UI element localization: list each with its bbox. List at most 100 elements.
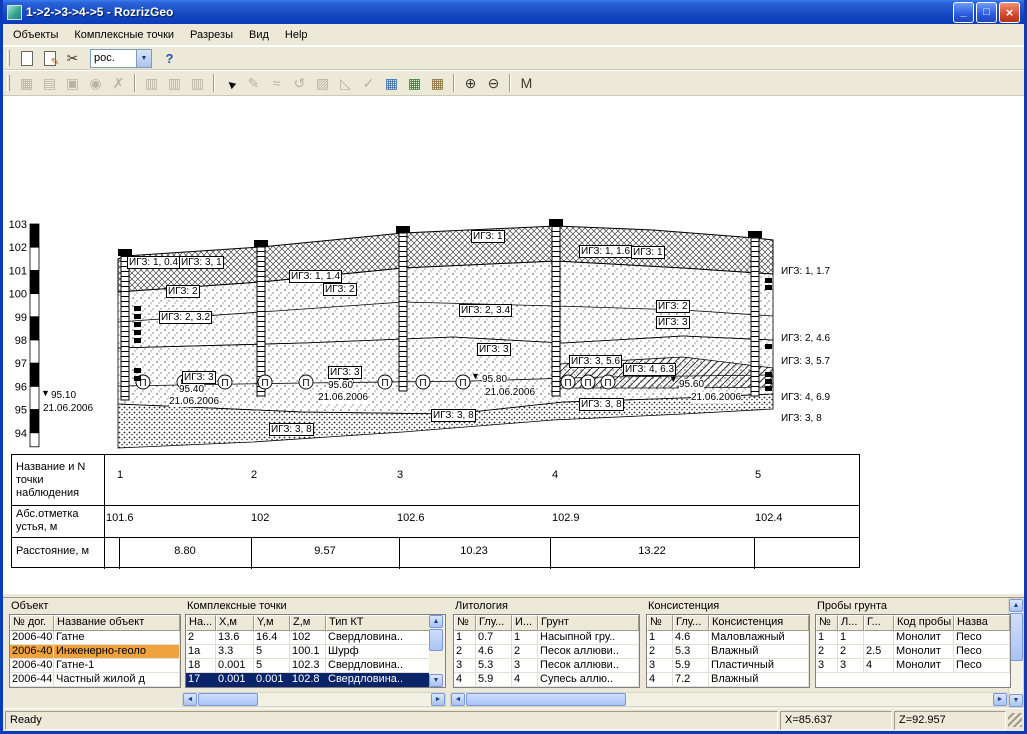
column-header[interactable]: Г... bbox=[864, 615, 894, 631]
table-row[interactable]: 2 13.6 16.4 102 Свердловина.. bbox=[186, 631, 445, 645]
table-cell: 2 bbox=[454, 645, 476, 659]
table-row[interactable]: 4 7.2 Влажный bbox=[647, 673, 809, 687]
column-header[interactable]: № дог. bbox=[10, 615, 54, 631]
scroll-down-arrow[interactable]: ▼ bbox=[429, 674, 443, 687]
table-row[interactable]: 3 5.3 3 Песок аллюви.. bbox=[454, 659, 639, 673]
drawing-area[interactable]: 103102101100999897969594ПППППППППППП ИГЗ… bbox=[3, 96, 1024, 594]
scroll-right-arrow[interactable]: ► bbox=[431, 693, 445, 706]
column-header[interactable]: Код пробы bbox=[894, 615, 954, 631]
ige-label: ИГЗ: 2, 3.4 bbox=[459, 304, 512, 317]
column-header[interactable]: Х,м bbox=[216, 615, 254, 631]
scroll-left-arrow[interactable]: ◄ bbox=[183, 693, 197, 706]
scale-mode-icon[interactable]: M bbox=[515, 73, 538, 94]
table-cell: Влажный bbox=[709, 673, 809, 687]
column-header[interactable]: Грунт bbox=[538, 615, 639, 631]
menu-item-3[interactable]: Вид bbox=[241, 26, 277, 44]
grid-vertical-scrollbar[interactable]: ▲ ▼ bbox=[429, 615, 445, 687]
table-row[interactable]: 2 4.6 2 Песок аллюви.. bbox=[454, 645, 639, 659]
column-header[interactable]: Глу... bbox=[673, 615, 709, 631]
help-icon[interactable]: ? bbox=[158, 48, 181, 69]
obs-point-name: 1 bbox=[117, 469, 124, 481]
resize-grip[interactable] bbox=[1008, 713, 1022, 727]
table-cell: 2006-40 bbox=[10, 659, 54, 673]
points-grid-hscrollbar[interactable]: ◄ ► bbox=[182, 692, 446, 707]
table-row[interactable]: 1 1 Монолит Песо bbox=[816, 631, 1010, 645]
zoom-out-icon[interactable]: ⊖ bbox=[482, 73, 505, 94]
column-header[interactable]: Название объект bbox=[54, 615, 180, 631]
ige-label: ИГЗ: 3, 8 bbox=[579, 398, 624, 411]
obs-point-name: 3 bbox=[397, 469, 404, 481]
table-row[interactable]: 3 3 4 Монолит Песо bbox=[816, 659, 1010, 673]
table-row[interactable]: 2006-40 Инженерно-геоло bbox=[10, 645, 180, 659]
toolbar-separator bbox=[213, 74, 215, 92]
ige-label: ИГЗ: 1 bbox=[631, 246, 665, 259]
table-row[interactable]: 2006-40 Гатне-1 bbox=[10, 659, 180, 673]
menu-item-2[interactable]: Разрезы bbox=[182, 26, 241, 44]
ige-label: ИГЗ: 1 bbox=[471, 230, 505, 243]
minimize-button[interactable]: _ bbox=[953, 1, 974, 23]
scroll-right-arrow[interactable]: ► bbox=[993, 693, 1007, 706]
grid-4: № Глу... Консистенция 1 4.6 Маловлажный 2 5.3 Вл… bbox=[646, 614, 810, 688]
new-document-icon[interactable] bbox=[15, 48, 38, 69]
column-header[interactable]: Тип КТ bbox=[326, 615, 431, 631]
ige-label: ИГЗ: 3 bbox=[656, 316, 690, 329]
menu-item-4[interactable]: Help bbox=[277, 26, 316, 44]
table-cell: 5 bbox=[254, 645, 290, 659]
scrollbar-thumb[interactable] bbox=[429, 629, 443, 651]
table-row[interactable]: 2 5.3 Влажный bbox=[647, 645, 809, 659]
table-cell: 4 bbox=[454, 673, 476, 687]
column-header[interactable]: Назва bbox=[954, 615, 1010, 631]
samples-table-icon[interactable]: ▦ bbox=[426, 73, 449, 94]
language-combobox[interactable]: рос. ▼ bbox=[90, 48, 152, 68]
table-row[interactable]: 3 5.9 Пластичный bbox=[647, 659, 809, 673]
column-header[interactable]: Z,м bbox=[290, 615, 326, 631]
chevron-down-icon[interactable]: ▼ bbox=[136, 49, 151, 67]
table-row[interactable]: 1а 3.3 5 100.1 Шурф bbox=[186, 645, 445, 659]
toolbar-grip[interactable] bbox=[7, 50, 10, 66]
scroll-up-arrow[interactable]: ▲ bbox=[1009, 599, 1023, 612]
table-row[interactable]: 1 4.6 Маловлажный bbox=[647, 631, 809, 645]
scrollbar-thumb[interactable] bbox=[198, 693, 258, 706]
consistency-table-icon[interactable]: ▦ bbox=[403, 73, 426, 94]
table-row[interactable]: 2006-44 Частный жилой д bbox=[10, 673, 180, 687]
column-header[interactable]: На... bbox=[186, 615, 216, 631]
scroll-left-arrow[interactable]: ◄ bbox=[451, 693, 465, 706]
column-header[interactable]: Консистенция bbox=[709, 615, 809, 631]
grid-1: № дог. Название объект 2006-40 Гатне 2006-40… bbox=[9, 614, 181, 688]
table-cell: 5.3 bbox=[476, 659, 512, 673]
menu-item-1[interactable]: Комплексные точки bbox=[66, 26, 182, 44]
scroll-down-arrow[interactable]: ▼ bbox=[1009, 694, 1023, 707]
table-row[interactable]: 1 0.7 1 Насыпной гру.. bbox=[454, 631, 639, 645]
table-row[interactable]: 17 0.001 0.001 102.8 Свердловина.. bbox=[186, 673, 445, 687]
ige-label: ИГЗ: 1, 1.4 bbox=[289, 270, 342, 283]
table-row[interactable]: 18 0.001 5 102.3 Свердловина.. bbox=[186, 659, 445, 673]
scroll-up-arrow[interactable]: ▲ bbox=[429, 615, 443, 628]
table-row[interactable]: 2 2 2.5 Монолит Песо bbox=[816, 645, 1010, 659]
menu-item-0[interactable]: Объекты bbox=[5, 26, 66, 44]
ige-label: ИГЗ: 2 bbox=[166, 285, 200, 298]
column-header[interactable]: № bbox=[454, 615, 476, 631]
column-header[interactable]: Л... bbox=[838, 615, 864, 631]
status-message: Ready bbox=[5, 710, 778, 730]
column-header[interactable]: № bbox=[647, 615, 673, 631]
table-row[interactable]: 4 5.9 4 Супесь аллю.. bbox=[454, 673, 639, 687]
tables-hscrollbar[interactable]: ◄ ► bbox=[450, 692, 1008, 707]
cut-icon[interactable]: ✂ bbox=[61, 48, 84, 69]
column-header[interactable]: № bbox=[816, 615, 838, 631]
zoom-in-icon[interactable]: ⊕ bbox=[459, 73, 482, 94]
column-header[interactable]: Глу... bbox=[476, 615, 512, 631]
obs-row-label: Название и N точки наблюдения bbox=[16, 461, 86, 499]
column-header[interactable]: И... bbox=[512, 615, 538, 631]
lithology-table-icon[interactable]: ▦ bbox=[380, 73, 403, 94]
toolbar-grip[interactable] bbox=[7, 75, 10, 91]
app-window: 1->2->3->4->5 - RozrizGeo _ □ × Объекты К… bbox=[0, 0, 1027, 734]
maximize-button[interactable]: □ bbox=[976, 1, 997, 23]
scrollbar-thumb[interactable] bbox=[1009, 613, 1023, 661]
scrollbar-thumb[interactable] bbox=[466, 693, 626, 706]
close-button[interactable]: × bbox=[999, 1, 1020, 23]
column-header[interactable]: Y,м bbox=[254, 615, 290, 631]
ige-label: ИГЗ: 2, 3.2 bbox=[159, 311, 212, 324]
table-row[interactable]: 2006-40 Гатне bbox=[10, 631, 180, 645]
edit-document-icon[interactable]: ✎ bbox=[38, 48, 61, 69]
table-cell: 1 bbox=[838, 631, 864, 645]
